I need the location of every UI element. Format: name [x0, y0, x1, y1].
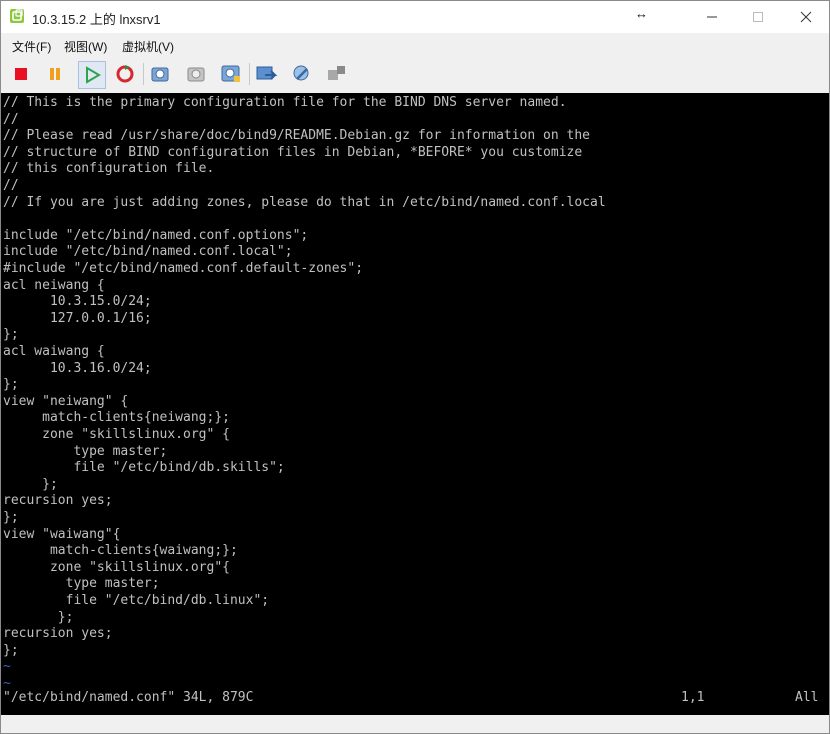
play-icon [86, 66, 101, 84]
console-line: recursion yes; [3, 493, 113, 509]
console-line: match-clients{waiwang;}; [3, 543, 238, 559]
console-line: 10.3.15.0/24; [3, 294, 152, 310]
title-bar[interactable]: 10.3.15.2 上的 lnxsrv1 ↔ [1, 1, 829, 33]
console-line: match-clients{neiwang;}; [3, 410, 230, 426]
console-line: // [3, 111, 19, 127]
snapshot-icon [151, 67, 169, 82]
menu-bar: 文件(F) 视图(W) 虚拟机(V) [1, 33, 829, 55]
menu-vm[interactable]: 虚拟机(V) [122, 38, 174, 55]
console-line: type master; [3, 576, 160, 592]
console-line: // If you are just adding zones, please … [3, 194, 606, 210]
console-line: // structure of BIND configuration files… [3, 144, 583, 160]
maximize-button[interactable] [735, 1, 781, 33]
console-line: 127.0.0.1/16; [3, 310, 152, 326]
menu-file[interactable]: 文件(F) [12, 38, 51, 55]
console-settings-icon [256, 66, 278, 80]
console-line: }; [3, 377, 19, 393]
reset-icon [116, 65, 134, 83]
console-line: }; [3, 476, 58, 492]
play-button[interactable] [78, 61, 106, 89]
maximize-icon [753, 12, 763, 22]
status-cursor-position: 1,1 [681, 690, 705, 705]
console-line: acl waiwang { [3, 344, 105, 359]
toolbar [1, 55, 829, 93]
tools-icon [293, 65, 309, 81]
resize-horizontal-icon[interactable]: ↔ [635, 6, 648, 21]
console-line: // this configuration file. [3, 161, 215, 177]
snapshot-button[interactable] [147, 61, 173, 87]
close-button[interactable] [783, 1, 829, 33]
console-line: type master; [3, 443, 168, 459]
console-line: acl neiwang { [3, 277, 105, 293]
revert-icon [187, 67, 205, 82]
toolbar-separator [249, 63, 250, 85]
stop-icon [15, 68, 27, 80]
vmware-app-icon [9, 8, 25, 24]
vm-console-window: 10.3.15.2 上的 lnxsrv1 ↔ 文件(F) 视图(W) 虚拟机(V… [0, 0, 830, 734]
console-line: view "neiwang" { [3, 393, 129, 409]
tools-button[interactable] [289, 61, 315, 87]
console-line: file "/etc/bind/db.skills"; [3, 460, 285, 476]
console-line: view "waiwang"{ [3, 526, 121, 542]
console-line: include "/etc/bind/named.conf.local"; [3, 244, 293, 260]
console-line: zone "skillslinux.org" { [3, 427, 230, 442]
snapshot-manager-button[interactable] [218, 61, 244, 87]
menu-view[interactable]: 视图(W) [64, 38, 107, 55]
close-icon [800, 11, 812, 23]
console-line: file "/etc/bind/db.linux"; [3, 593, 270, 608]
console-settings-button[interactable] [253, 61, 279, 87]
console-line: zone "skillslinux.org"{ [3, 559, 230, 575]
console-line: recursion yes; [3, 626, 113, 642]
console-line: // Please read /usr/share/doc/bind9/READ… [3, 128, 590, 144]
status-filename: "/etc/bind/named.conf" 34L, 879C [3, 690, 254, 705]
console-line: }; [3, 327, 19, 343]
window-title: 10.3.15.2 上的 lnxsrv1 [32, 12, 161, 27]
network-icon [328, 66, 345, 80]
toolbar-separator [143, 63, 144, 85]
console-line: #include "/etc/bind/named.conf.default-z… [3, 261, 364, 276]
reset-button[interactable] [112, 61, 138, 87]
pause-button[interactable] [42, 61, 68, 87]
minimize-button[interactable] [689, 1, 735, 33]
stop-button[interactable] [8, 61, 34, 87]
minimize-icon [707, 16, 717, 18]
bottom-status-strip [1, 715, 829, 733]
console-line: // [3, 178, 19, 193]
console-line: 10.3.16.0/24; [3, 360, 152, 376]
console-line: }; [3, 609, 74, 625]
status-view: All [795, 690, 819, 705]
console-line: // This is the primary configuration fil… [3, 95, 567, 110]
terminal-console[interactable]: // This is the primary configuration fil… [1, 93, 829, 715]
console-line: ~ [3, 659, 11, 675]
console-line: }; [3, 510, 19, 525]
console-line: }; [3, 642, 19, 658]
pause-icon [50, 68, 60, 80]
revert-button[interactable] [183, 61, 209, 87]
network-button[interactable] [324, 61, 350, 87]
snapshot-manager-icon [221, 65, 240, 82]
console-line: include "/etc/bind/named.conf.options"; [3, 227, 309, 243]
